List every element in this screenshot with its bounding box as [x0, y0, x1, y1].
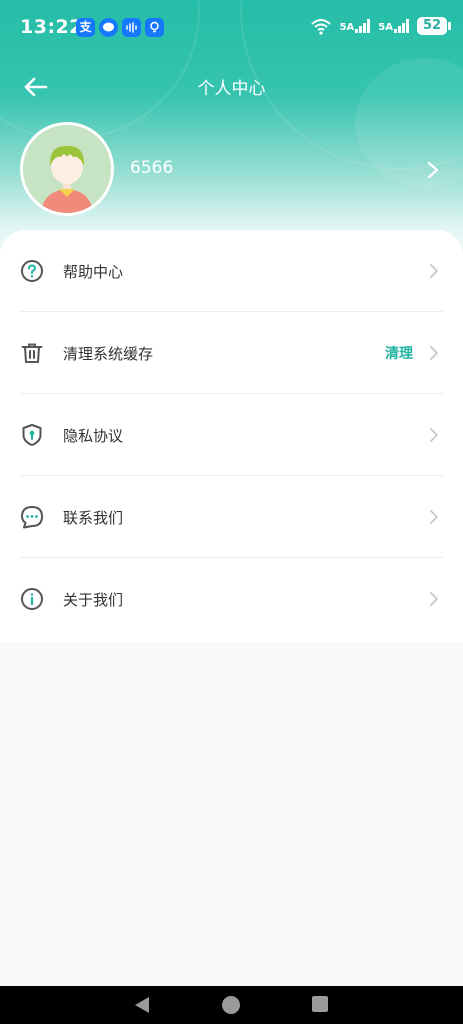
clear-cache-button[interactable]: 清理: [385, 343, 413, 363]
signal-2-icon: 5A: [378, 19, 409, 33]
menu-item-clear-cache[interactable]: 清理系统缓存 清理: [20, 312, 443, 394]
profile-arrow[interactable]: [423, 158, 443, 182]
bulb-icon: [145, 18, 164, 37]
signal-1-icon: 5A: [340, 19, 371, 33]
nav-recents-icon[interactable]: [311, 995, 329, 1013]
wifi-icon: [310, 19, 331, 35]
menu-item-contact-us[interactable]: 联系我们: [20, 476, 443, 558]
message-icon: [99, 18, 118, 37]
status-time: 13:22: [20, 16, 83, 38]
chat-icon: [21, 506, 43, 529]
menu-item-label: 关于我们: [63, 591, 124, 609]
chevron-right-icon: [430, 592, 438, 606]
menu-item-about-us[interactable]: 关于我们: [20, 558, 443, 640]
system-nav-bar: [0, 986, 463, 1024]
person-avatar-icon: [23, 125, 111, 213]
settings-menu: 帮助中心 清理系统缓存 清理 隐私协议 联系我们 关于我们: [0, 230, 463, 642]
menu-item-label: 帮助中心: [63, 263, 124, 281]
battery-icon: 52: [417, 17, 451, 35]
page-title: 个人中心: [197, 79, 266, 99]
signal-2-label: 5A: [378, 22, 393, 33]
menu-item-privacy-policy[interactable]: 隐私协议: [20, 394, 443, 476]
voice-icon: [122, 18, 141, 37]
status-bar: 13:22 支 5A 5A 52: [0, 0, 463, 58]
info-icon: [21, 588, 43, 610]
chevron-right-icon: [430, 428, 438, 442]
nav-home-icon[interactable]: [221, 995, 241, 1015]
chevron-right-icon: [427, 161, 439, 179]
signal-1-label: 5A: [339, 22, 355, 33]
battery-level: 52: [422, 18, 442, 33]
avatar[interactable]: [20, 122, 114, 216]
alipay-icon: 支: [76, 18, 95, 37]
shield-icon: [22, 424, 42, 446]
trash-icon: [21, 343, 43, 363]
nav-back-icon[interactable]: [133, 995, 151, 1015]
chevron-right-icon: [430, 510, 438, 524]
chevron-right-icon: [430, 264, 438, 278]
help-icon: [21, 260, 43, 282]
chevron-right-icon: [430, 346, 438, 360]
menu-item-label: 隐私协议: [63, 427, 124, 445]
menu-item-label: 清理系统缓存: [63, 345, 154, 363]
username[interactable]: 6566: [130, 158, 173, 178]
menu-item-help-center[interactable]: 帮助中心: [20, 230, 443, 312]
menu-item-label: 联系我们: [63, 509, 124, 527]
